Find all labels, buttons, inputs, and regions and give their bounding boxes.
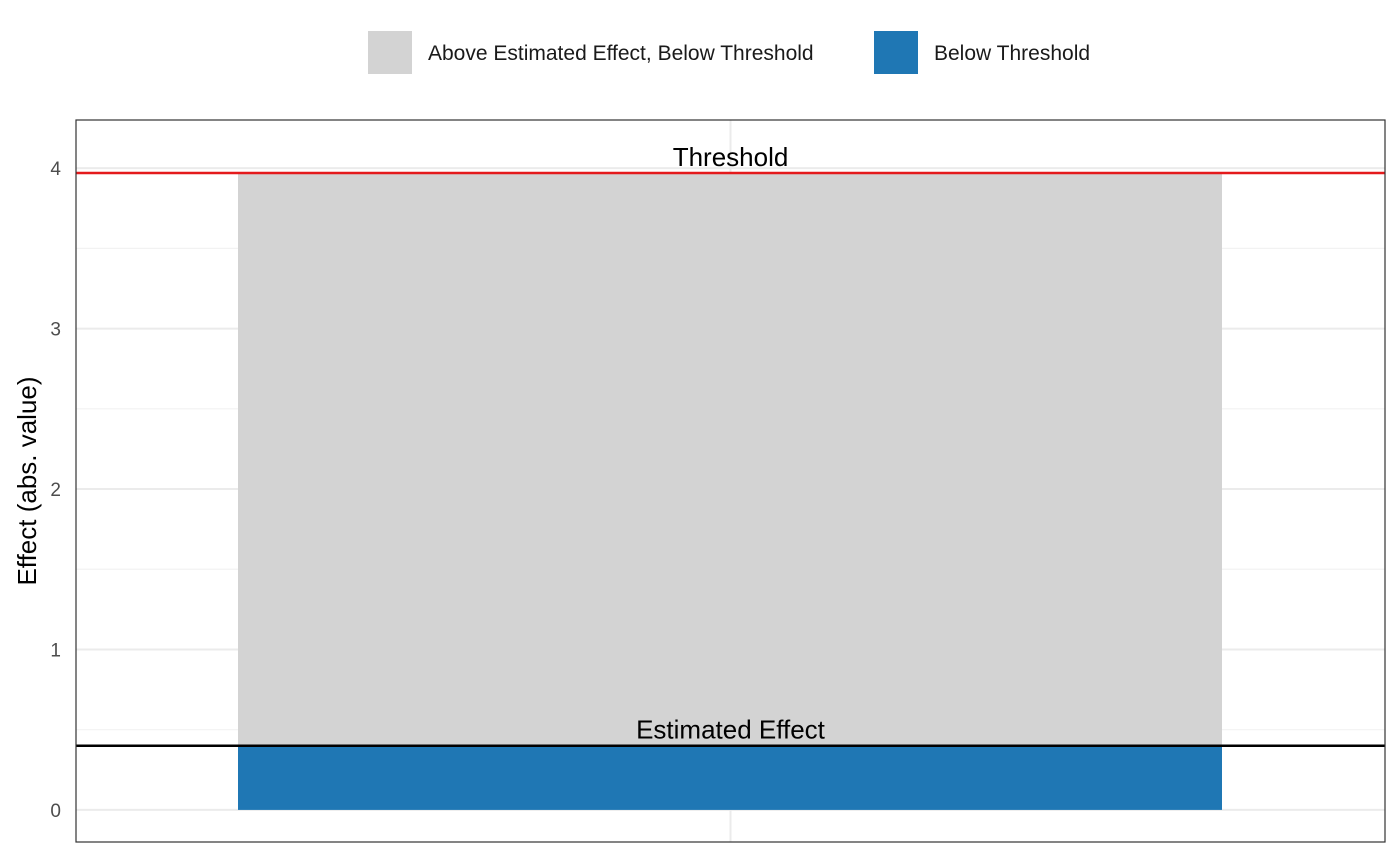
- bar-below-threshold: [238, 745, 1222, 810]
- y-tick-label: 3: [50, 320, 61, 341]
- estimated-effect-label: Estimated Effect: [636, 715, 826, 745]
- y-tick-label: 1: [50, 640, 61, 661]
- legend-swatch-above-estimated-effect: [368, 31, 412, 74]
- legend: Above Estimated Effect, Below Threshold …: [368, 31, 1090, 74]
- threshold-label: Threshold: [673, 142, 789, 172]
- legend-label-above-estimated-effect: Above Estimated Effect, Below Threshold: [428, 42, 814, 65]
- y-axis-ticks: 0 1 2 3 4: [50, 159, 61, 822]
- y-tick-label: 4: [50, 159, 61, 180]
- y-axis-title: Effect (abs. value): [12, 376, 42, 585]
- chart: Above Estimated Effect, Below Threshold …: [0, 0, 1400, 865]
- legend-label-below-threshold: Below Threshold: [934, 42, 1090, 65]
- plot-area: Threshold Estimated Effect 0 1 2 3 4: [50, 119, 1386, 843]
- bar-above-estimated-effect-below-threshold: [238, 172, 1222, 746]
- y-tick-label: 2: [50, 480, 61, 501]
- legend-swatch-below-threshold: [874, 31, 918, 74]
- chart-svg: Above Estimated Effect, Below Threshold …: [12, 31, 1386, 843]
- y-tick-label: 0: [50, 801, 61, 822]
